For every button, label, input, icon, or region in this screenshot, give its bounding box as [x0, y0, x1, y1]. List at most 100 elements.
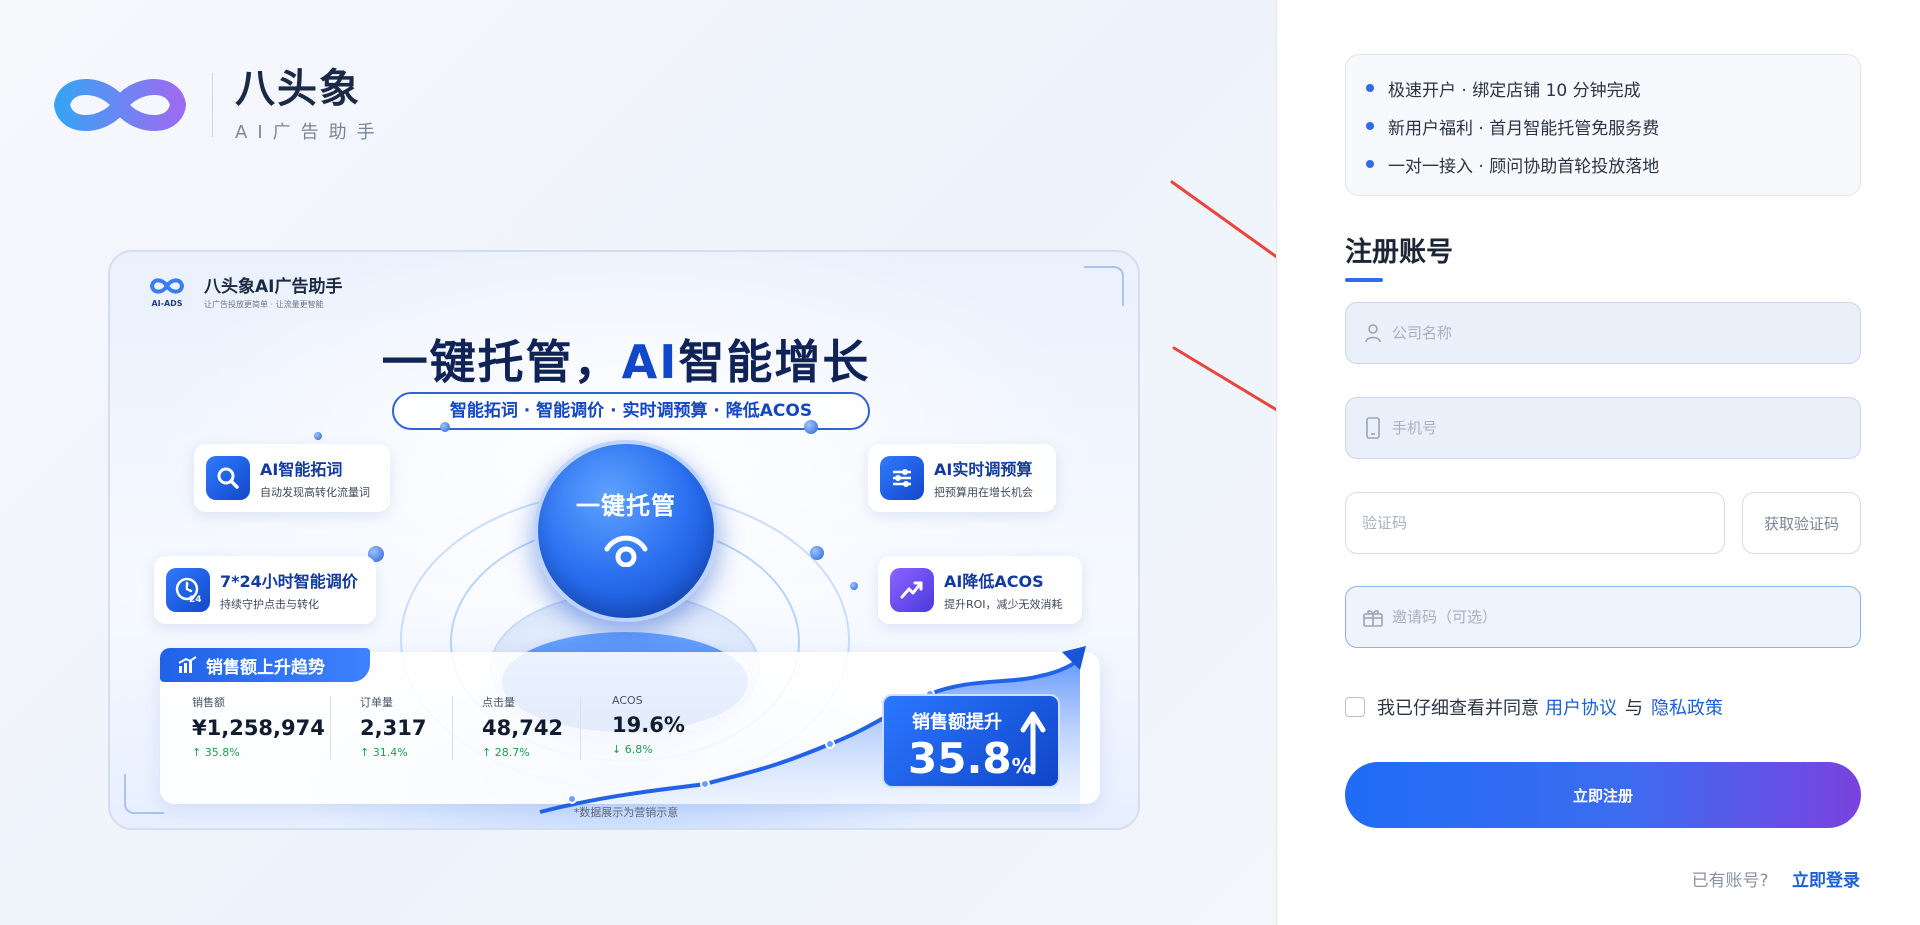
metric-label: 销售额 [192, 696, 225, 709]
benefit-text: 极速开户 · 绑定店铺 10 分钟完成 [1388, 80, 1641, 101]
one-key-button: 一键托管 [534, 440, 718, 622]
search-icon [206, 456, 250, 500]
feature-desc: 把预算用在增长机会 [934, 486, 1033, 499]
agree-connector: 与 [1625, 698, 1643, 719]
arrow-up-icon [1020, 711, 1046, 775]
features-pill: 智能拓词 · 智能调价 · 实时调预算 · 降低ACOS [392, 392, 870, 430]
login-link[interactable]: 立即登录 [1792, 871, 1860, 891]
register-panel: 极速开户 · 绑定店铺 10 分钟完成 新用户福利 · 首月智能托管免服务费 一… [1276, 0, 1920, 925]
metric-change: ↑ 35.8% [192, 746, 240, 759]
metric-label: 订单量 [360, 696, 393, 709]
metric-change: ↑ 31.4% [360, 746, 408, 759]
invite-field[interactable] [1345, 586, 1861, 648]
headline-suffix: 智能增长 [678, 335, 871, 389]
metric-divider [580, 696, 581, 760]
company-input[interactable] [1392, 303, 1860, 363]
agree-checkbox[interactable] [1345, 697, 1365, 717]
metric-orders: 订单量 2,317 ↑ 31.4% [360, 694, 426, 759]
brand-name: 八头象 [235, 66, 361, 112]
touch-signal-icon [604, 535, 648, 567]
get-code-button[interactable]: 获取验证码 [1742, 492, 1861, 554]
feature-title: AI智能拓词 [260, 460, 343, 479]
phone-icon [1362, 417, 1384, 439]
phone-input[interactable] [1392, 398, 1860, 458]
brand-divider [212, 73, 213, 137]
metric-divider [452, 696, 453, 760]
sales-growth-box: 销售额提升 35.8% [882, 694, 1060, 788]
feature-desc: 提升ROI，减少无效消耗 [944, 598, 1063, 611]
invite-input[interactable] [1392, 587, 1860, 647]
bullet-icon [1366, 84, 1374, 92]
clock-24-icon: 24 [166, 568, 210, 612]
poster-disclaimer: *数据展示为营销示意 [573, 806, 679, 819]
headline-ai: AI [621, 335, 679, 389]
trend-tag: 销售额上升趋势 [160, 648, 370, 682]
metric-acos: ACOS 19.6% ↓ 6.8% [612, 694, 685, 756]
login-row: 已有账号? 立即登录 [1692, 866, 1860, 891]
feature-title: 7*24小时智能调价 [220, 572, 358, 591]
metric-value: 2,317 [360, 716, 427, 740]
metric-label: ACOS [612, 694, 643, 707]
poster-corner-decoration [1084, 266, 1124, 306]
metric-sales: 销售额 ¥1,258,974 ↑ 35.8% [192, 694, 325, 759]
company-field[interactable] [1345, 302, 1861, 364]
code-field[interactable] [1345, 492, 1725, 554]
feature-card-budget: AI实时调预算 把预算用在增长机会 [868, 444, 1056, 512]
agreement-row: 我已仔细查看并同意 用户协议 与 隐私政策 [1345, 694, 1723, 720]
bar-chart-icon [178, 656, 197, 673]
bullet-icon [1366, 122, 1374, 130]
poster-header: AI-ADS 八头象AI广告助手 让广告投放更简单 · 让流量更智能 [148, 272, 342, 310]
have-account-text: 已有账号? [1691, 871, 1769, 891]
metric-change: ↓ 6.8% [612, 743, 653, 756]
gift-icon [1362, 606, 1384, 628]
feature-card-acos: AI降低ACOS 提升ROI，减少无效消耗 [878, 556, 1082, 624]
trend-title: 销售额上升趋势 [206, 657, 325, 678]
poster-title: 八头象AI广告助手 [204, 277, 343, 297]
feature-title: AI降低ACOS [944, 572, 1044, 591]
promo-poster: AI-ADS 八头象AI广告助手 让广告投放更简单 · 让流量更智能 一键托管，… [108, 250, 1140, 830]
benefit-text: 新用户福利 · 首月智能托管免服务费 [1388, 118, 1660, 139]
benefit-text: 一对一接入 · 顾问协助首轮投放落地 [1388, 156, 1660, 177]
poster-headline: 一键托管，AI智能增长 [110, 326, 1138, 392]
feature-card-bidding: 24 7*24小时智能调价 持续守护点击与转化 [154, 556, 376, 624]
register-button[interactable]: 立即注册 [1345, 762, 1861, 828]
title-underline [1345, 278, 1383, 282]
poster-logo: AI-ADS [148, 275, 186, 308]
connector-dot [440, 422, 450, 432]
phone-field[interactable] [1345, 397, 1861, 459]
infinity-small-icon [149, 277, 185, 294]
marketing-area: 八头象 AI广告助手 AI-ADS 八头象AI广告助手 让广告投放更简单 · 让… [0, 0, 1326, 925]
metric-change: ↑ 28.7% [482, 746, 530, 759]
feature-title: AI实时调预算 [934, 460, 1033, 479]
infinity-logo-icon [53, 79, 187, 131]
growth-number: 35.8 [908, 734, 1012, 783]
metric-clicks: 点击量 48,742 ↑ 28.7% [482, 694, 563, 759]
metric-value: 48,742 [482, 716, 564, 740]
agree-text: 我已仔细查看并同意 [1377, 698, 1539, 719]
one-key-label: 一键托管 [576, 492, 676, 520]
feature-desc: 持续守护点击与转化 [220, 598, 319, 611]
connector-dot [810, 546, 824, 560]
privacy-policy-link[interactable]: 隐私政策 [1651, 694, 1723, 720]
connector-dot [804, 420, 818, 434]
metric-value: 19.6% [612, 713, 685, 737]
metric-label: 点击量 [482, 696, 515, 709]
poster-logo-text: AI-ADS [151, 298, 183, 308]
growth-value: 35.8% [908, 734, 1032, 783]
poster-slogan: 让广告投放更简单 · 让流量更智能 [204, 300, 324, 309]
feature-desc: 自动发现高转化流量词 [260, 486, 370, 499]
feature-card-keyword: AI智能拓词 自动发现高转化流量词 [194, 444, 390, 512]
benefit-item: 极速开户 · 绑定店铺 10 分钟完成 [1366, 69, 1840, 107]
benefit-item: 新用户福利 · 首月智能托管免服务费 [1366, 107, 1840, 145]
register-title: 注册账号 [1345, 237, 1453, 268]
headline-prefix: 一键托管， [381, 335, 622, 389]
growth-label: 销售额提升 [912, 712, 1002, 733]
metric-divider [330, 696, 331, 760]
svg-text:24: 24 [189, 595, 202, 604]
benefit-item: 一对一接入 · 顾问协助首轮投放落地 [1366, 145, 1840, 183]
code-input[interactable] [1362, 493, 1724, 553]
user-agreement-link[interactable]: 用户协议 [1545, 694, 1617, 720]
user-icon [1362, 322, 1384, 344]
brand-subtitle: AI广告助手 [235, 122, 385, 143]
connector-dot [314, 432, 322, 440]
